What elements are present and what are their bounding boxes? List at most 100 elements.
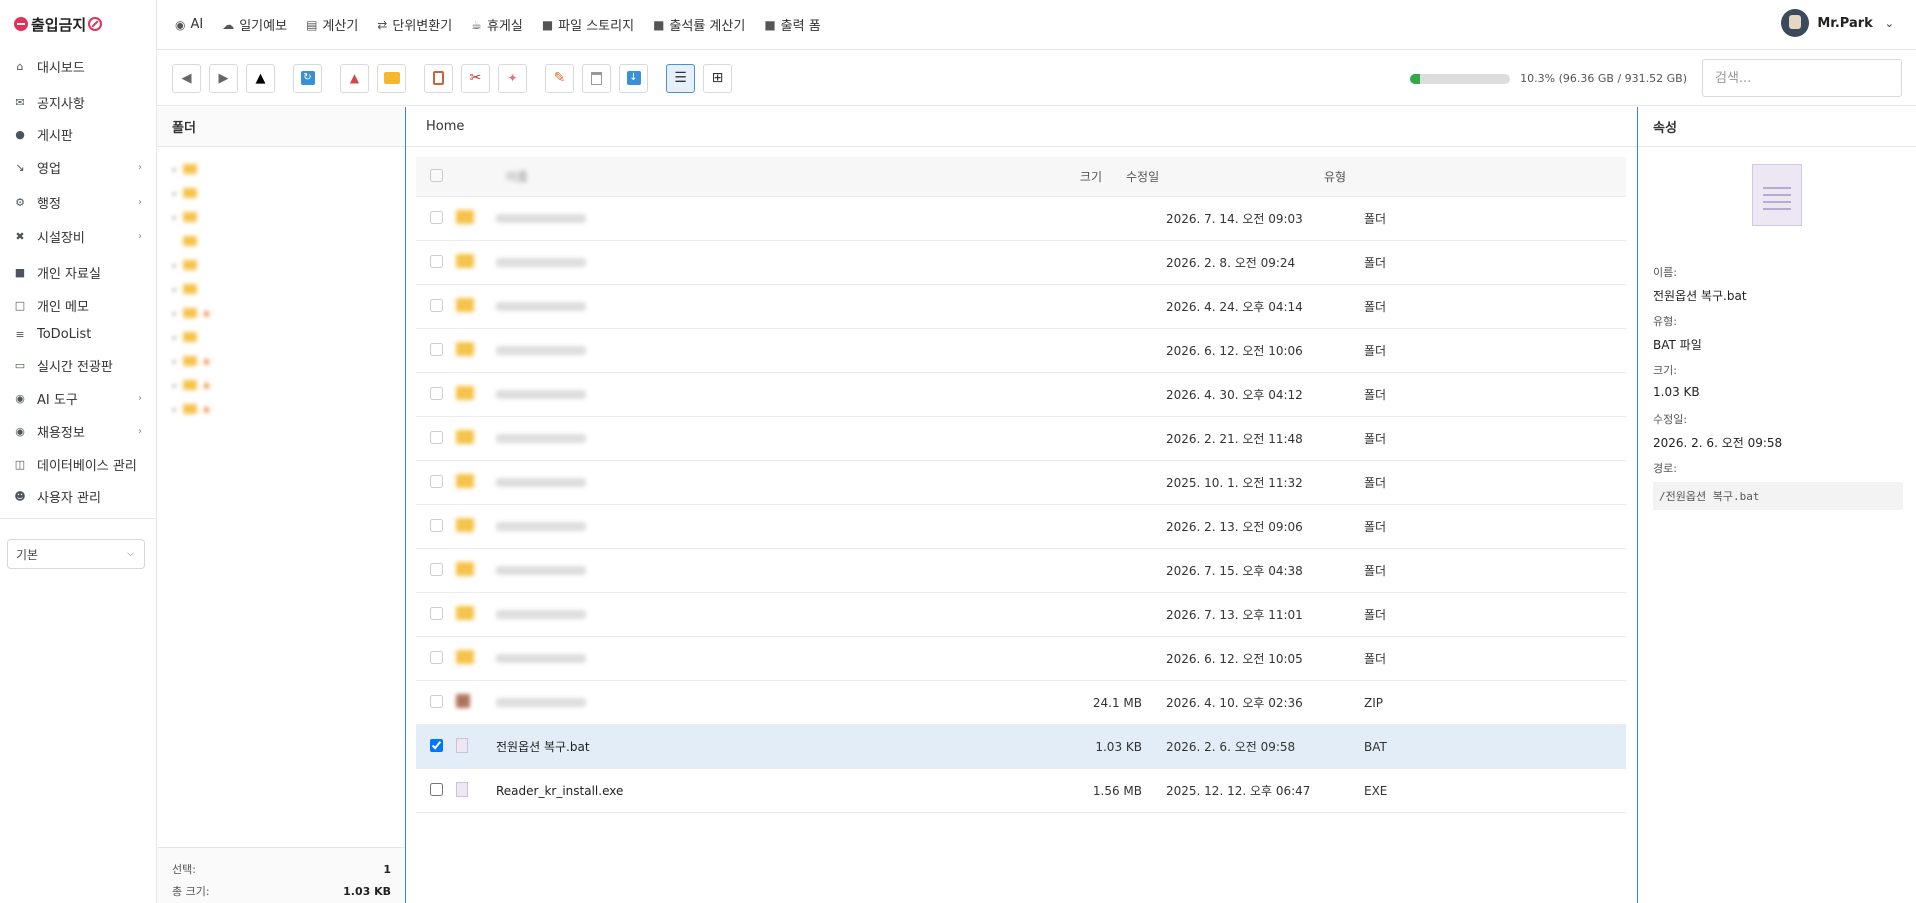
row-checkbox[interactable]	[429, 386, 443, 400]
forward-button[interactable]: ▶	[209, 63, 238, 93]
download-button[interactable]: ↓	[619, 63, 648, 93]
paste-button[interactable]	[424, 63, 453, 93]
row-name: 전원옵션 복구.bat	[496, 738, 1072, 755]
table-row[interactable]: 2026. 7. 14. 오전 09:03 폴더	[416, 197, 1626, 241]
tree-item[interactable]: ▸	[157, 181, 405, 205]
chevron-down-icon: ⌄	[1884, 16, 1894, 30]
tree-item[interactable]: ▸ ▲	[157, 349, 405, 373]
upload-button[interactable]: ▲	[340, 63, 369, 93]
rename-button[interactable]: ✎	[545, 63, 574, 93]
row-checkbox[interactable]	[429, 562, 443, 576]
theme-select[interactable]: 기본 ⌵	[7, 539, 145, 569]
sidebar-item[interactable]: □ 개인 메모	[0, 290, 156, 320]
col-type[interactable]: 유형	[1324, 168, 1404, 185]
breadcrumb[interactable]: Home	[406, 107, 1637, 147]
tree-item[interactable]: ▸	[157, 157, 405, 181]
refresh-button[interactable]: ↻	[293, 63, 322, 93]
table-row[interactable]: 2026. 6. 12. 오전 10:05 폴더	[416, 637, 1626, 681]
sidebar-item[interactable]: ■ 개인 자료실	[0, 254, 156, 290]
new-folder-button[interactable]	[377, 63, 406, 93]
row-modified: 2026. 4. 10. 오후 02:36	[1166, 696, 1303, 710]
table-row[interactable]: 2026. 2. 13. 오전 09:06 폴더	[416, 505, 1626, 549]
row-checkbox[interactable]	[429, 342, 443, 356]
trash-icon	[591, 71, 602, 85]
row-checkbox[interactable]	[429, 694, 443, 708]
top-nav-link[interactable]: ☕ 휴게실	[471, 15, 523, 35]
tree-item[interactable]	[157, 229, 405, 253]
row-name	[496, 258, 1072, 267]
top-nav-link[interactable]: ☁ 일기예보	[222, 15, 287, 35]
sidebar-item[interactable]: ≡ ToDoList	[0, 320, 156, 348]
tree-item[interactable]: ▸ ▲	[157, 397, 405, 421]
table-row[interactable]: 2026. 7. 13. 오후 11:01 폴더	[416, 593, 1626, 637]
table-row[interactable]: 2025. 10. 1. 오전 11:32 폴더	[416, 461, 1626, 505]
row-name	[496, 654, 1072, 663]
row-checkbox[interactable]	[429, 298, 443, 312]
table-row[interactable]: Reader_kr_install.exe 1.56 MB 2025. 12. 12…	[416, 769, 1626, 813]
brand-logo[interactable]: 출입금지	[0, 0, 156, 48]
sidebar-item[interactable]: ◉ AI 도구 ›	[0, 382, 156, 414]
tree-item[interactable]: ▸	[157, 205, 405, 229]
table-row[interactable]: 24.1 MB 2026. 4. 10. 오후 02:36 ZIP	[416, 681, 1626, 725]
table-row[interactable]: 2026. 4. 24. 오후 04:14 폴더	[416, 285, 1626, 329]
row-checkbox[interactable]	[429, 650, 443, 664]
table-row[interactable]: 2026. 7. 15. 오후 04:38 폴더	[416, 549, 1626, 593]
prohibited-icon	[88, 17, 103, 31]
top-nav-link[interactable]: ◉ AI	[175, 17, 203, 32]
sidebar-item[interactable]: ◫ 데이터베이스 관리	[0, 448, 156, 480]
top-nav-link[interactable]: ■ 출력 폼	[764, 15, 820, 35]
row-checkbox[interactable]	[429, 738, 443, 752]
sidebar-item[interactable]: ⚙ 행정 ›	[0, 186, 156, 218]
row-modified: 2026. 2. 21. 오전 11:48	[1166, 432, 1303, 446]
tree-item[interactable]: ▸	[157, 253, 405, 277]
sidebar-item[interactable]: ● 게시판	[0, 120, 156, 148]
cut-button[interactable]: ✂	[461, 63, 490, 93]
row-type: 폴더	[1364, 476, 1387, 490]
top-nav-link[interactable]: ⇄ 단위변환기	[377, 15, 452, 35]
tree-item[interactable]: ▸	[157, 277, 405, 301]
folder-pane-title: 폴더	[157, 107, 405, 147]
col-size[interactable]: 크기	[1032, 168, 1106, 185]
pin-button[interactable]: ✦	[498, 63, 527, 93]
row-checkbox[interactable]	[429, 518, 443, 532]
table-row[interactable]: 2026. 6. 12. 오전 10:06 폴더	[416, 329, 1626, 373]
sidebar-item[interactable]: ✖ 시설장비 ›	[0, 218, 156, 254]
sidebar-item[interactable]: ✉ 공지사항	[0, 84, 156, 120]
user-menu[interactable]: Mr.Park ⌄	[1781, 9, 1894, 37]
delete-button[interactable]	[582, 63, 611, 93]
back-button[interactable]: ◀	[172, 63, 201, 93]
row-checkbox[interactable]	[429, 782, 443, 796]
row-name	[496, 434, 1072, 443]
disk-usage-fill	[1410, 73, 1421, 84]
table-row[interactable]: 2026. 2. 21. 오전 11:48 폴더	[416, 417, 1626, 461]
list-view-button[interactable]: ☰	[666, 63, 695, 93]
sidebar-item[interactable]: ◉ 채용정보 ›	[0, 414, 156, 448]
search-input[interactable]	[1702, 59, 1902, 97]
select-all-checkbox[interactable]	[429, 168, 443, 182]
up-button[interactable]: ▲	[246, 63, 275, 93]
table-row[interactable]: 2026. 2. 8. 오전 09:24 폴더	[416, 241, 1626, 285]
col-name[interactable]: 이름	[456, 168, 1032, 185]
sidebar-item[interactable]: ☻ 사용자 관리	[0, 480, 156, 512]
folder-icon	[456, 650, 474, 664]
tree-item[interactable]: ▸ ▲	[157, 373, 405, 397]
row-checkbox[interactable]	[429, 474, 443, 488]
sidebar-item[interactable]: ▭ 실시간 전광판	[0, 348, 156, 382]
sidebar-item[interactable]: ↘ 영업 ›	[0, 148, 156, 186]
disk-usage-bar	[1410, 73, 1511, 84]
table-row[interactable]: 2026. 4. 30. 오후 04:12 폴더	[416, 373, 1626, 417]
table-row[interactable]: 전원옵션 복구.bat 1.03 KB 2026. 2. 6. 오전 09:58 BA…	[416, 725, 1626, 769]
top-nav-link[interactable]: ▤ 계산기	[306, 15, 358, 35]
top-nav-link[interactable]: ■ 출석률 계산기	[653, 15, 745, 35]
col-modified[interactable]: 수정일	[1106, 168, 1324, 185]
grid-view-button[interactable]: ⊞	[703, 63, 732, 93]
row-checkbox[interactable]	[429, 430, 443, 444]
sidebar-item[interactable]: ⌂ 대시보드	[0, 48, 156, 84]
tree-item[interactable]: ▸ ▲	[157, 301, 405, 325]
top-nav-link[interactable]: ■ 파일 스토리지	[542, 15, 634, 35]
tree-item[interactable]: ▸	[157, 325, 405, 349]
row-checkbox[interactable]	[429, 210, 443, 224]
row-checkbox[interactable]	[429, 254, 443, 268]
row-checkbox[interactable]	[429, 606, 443, 620]
folder-icon	[456, 298, 474, 312]
